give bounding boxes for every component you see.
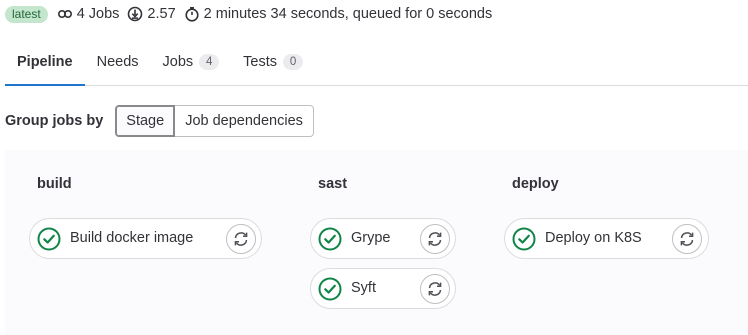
job-name: Deploy on K8S — [545, 230, 642, 246]
retry-button[interactable] — [420, 274, 450, 304]
tab-tests-label: Tests — [243, 53, 278, 70]
stopwatch-icon — [185, 7, 199, 22]
tab-needs[interactable]: Needs — [85, 38, 151, 85]
retry-icon — [234, 232, 248, 246]
job-grype[interactable]: Grype — [310, 218, 456, 259]
job-name: Grype — [351, 230, 391, 246]
pipeline-summary: latest 4 Jobs 2.57 2 minutes 34 seconds,… — [5, 4, 500, 24]
job-deploy-on-k8s[interactable]: Deploy on K8S — [504, 218, 709, 259]
pipeline-link-icon — [57, 10, 72, 19]
tab-pipeline[interactable]: Pipeline — [5, 38, 85, 86]
pipeline-graph: build Build docker image sast Grype Syft… — [5, 150, 748, 335]
status-success-icon — [512, 227, 536, 251]
tab-pipeline-label: Pipeline — [17, 53, 73, 70]
stage-title: sast — [318, 176, 348, 192]
version-text: 2.57 — [147, 6, 176, 22]
stage-deploy: deploy — [512, 175, 559, 193]
tab-jobs[interactable]: Jobs 4 — [151, 38, 232, 85]
job-build-docker-image[interactable]: Build docker image — [29, 218, 262, 259]
group-by-stage-button[interactable]: Stage — [115, 105, 176, 137]
duration-text: 2 minutes 34 seconds, queued for 0 secon… — [203, 6, 493, 22]
status-success-icon — [318, 227, 342, 251]
version: 2.57 — [127, 6, 176, 22]
group-by-toggle: Stage Job dependencies — [115, 105, 314, 137]
retry-icon — [428, 232, 442, 246]
status-success-icon — [37, 227, 61, 251]
tests-count-badge: 0 — [283, 53, 304, 70]
jobs-count-badge: 4 — [199, 53, 220, 70]
group-jobs-by: Group jobs by Stage Job dependencies — [5, 105, 314, 137]
stage-title: deploy — [512, 176, 559, 192]
stage-sast: sast — [318, 175, 347, 193]
group-jobs-by-label: Group jobs by — [5, 113, 104, 129]
jobs-count: 4 Jobs — [57, 6, 120, 22]
info-circle-icon — [128, 6, 143, 22]
jobs-count-text: 4 Jobs — [76, 6, 120, 22]
group-by-job-dependencies-button[interactable]: Job dependencies — [175, 105, 314, 137]
tab-jobs-label: Jobs — [162, 53, 194, 70]
tab-needs-label: Needs — [96, 53, 139, 70]
retry-button[interactable] — [226, 224, 256, 254]
tab-tests[interactable]: Tests 0 — [231, 38, 315, 85]
retry-button[interactable] — [672, 224, 702, 254]
retry-icon — [680, 232, 694, 246]
retry-icon — [428, 282, 442, 296]
pipeline-tabs: Pipeline Needs Jobs 4 Tests 0 — [5, 38, 748, 86]
retry-button[interactable] — [420, 224, 450, 254]
latest-badge: latest — [5, 5, 48, 23]
stage-build: build — [37, 175, 72, 193]
job-syft[interactable]: Syft — [310, 268, 456, 309]
duration: 2 minutes 34 seconds, queued for 0 secon… — [184, 6, 493, 22]
job-name: Syft — [351, 280, 376, 296]
stage-title: build — [37, 176, 72, 192]
status-success-icon — [318, 277, 342, 301]
job-name: Build docker image — [70, 230, 194, 246]
